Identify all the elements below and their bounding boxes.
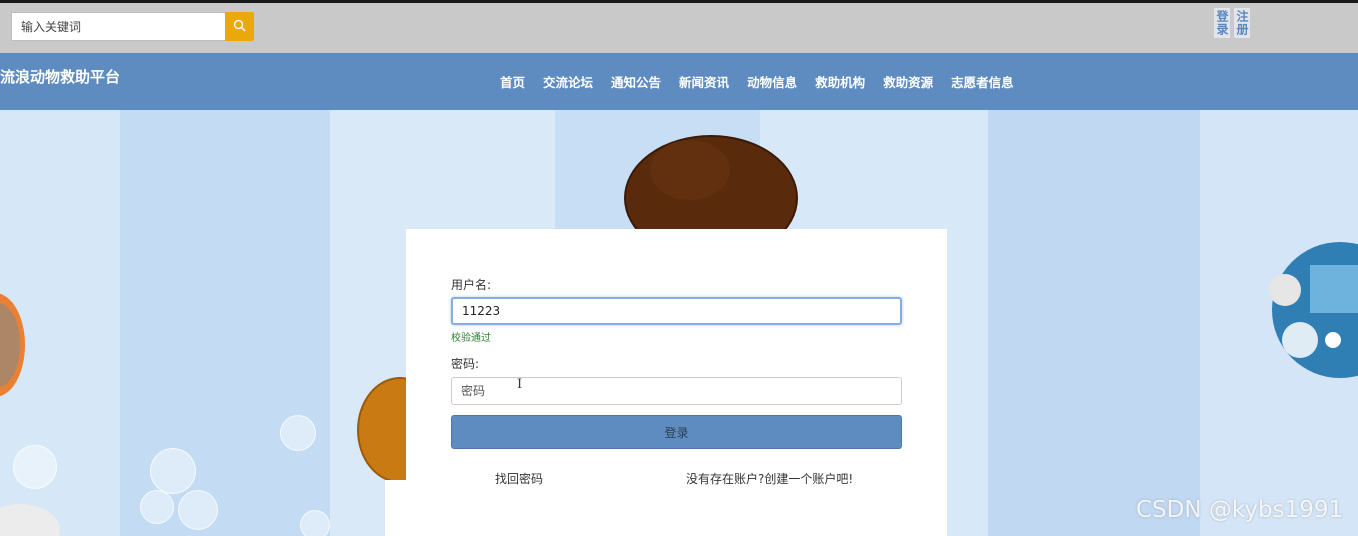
bubble <box>140 490 174 524</box>
text-cursor-icon: I <box>517 377 523 392</box>
auth-links: 登录 注册 <box>1214 8 1250 38</box>
bubble <box>150 448 196 494</box>
search-input[interactable] <box>11 12 225 41</box>
register-link[interactable]: 注册 <box>1234 8 1250 38</box>
login-link[interactable]: 登录 <box>1214 8 1230 38</box>
nav-bar: 流浪动物救助平台 首页 交流论坛 通知公告 新闻资讯 动物信息 救助机构 救助资… <box>0 53 1358 110</box>
create-account-link[interactable]: 没有存在账户?创建一个账户吧! <box>686 470 853 487</box>
nav-item-notices[interactable]: 通知公告 <box>602 72 670 91</box>
nav-item-forum[interactable]: 交流论坛 <box>534 72 602 91</box>
nav-item-organizations[interactable]: 救助机构 <box>806 72 874 91</box>
search-icon <box>233 19 246 35</box>
nav-item-home[interactable]: 首页 <box>491 72 534 91</box>
nav-item-volunteers[interactable]: 志愿者信息 <box>942 72 1023 91</box>
bubble <box>178 490 218 530</box>
bubble <box>300 510 330 536</box>
username-label: 用户名: <box>451 278 492 292</box>
bubble <box>280 415 316 451</box>
watermark: CSDN @kybs1991 <box>1136 497 1344 523</box>
nav-item-news[interactable]: 新闻资讯 <box>670 72 738 91</box>
search-bar <box>11 12 254 41</box>
login-button[interactable]: 登录 <box>451 415 902 449</box>
password-label: 密码: <box>451 357 480 371</box>
search-button[interactable] <box>225 12 254 41</box>
username-input[interactable] <box>451 297 902 325</box>
forgot-password-link[interactable]: 找回密码 <box>495 470 543 487</box>
top-bar: 登录 注册 <box>0 0 1358 53</box>
bubble <box>13 445 57 489</box>
nav-item-animals[interactable]: 动物信息 <box>738 72 806 91</box>
validation-message: 校验通过 <box>451 333 491 344</box>
login-card: 用户名: 校验通过 密码: 登录 找回密码 没有存在账户?创建一个账户吧! <box>406 229 947 536</box>
site-title: 流浪动物救助平台 <box>0 68 121 86</box>
nav-item-resources[interactable]: 救助资源 <box>874 72 942 91</box>
main-nav: 首页 交流论坛 通知公告 新闻资讯 动物信息 救助机构 救助资源 志愿者信息 <box>491 72 1023 91</box>
